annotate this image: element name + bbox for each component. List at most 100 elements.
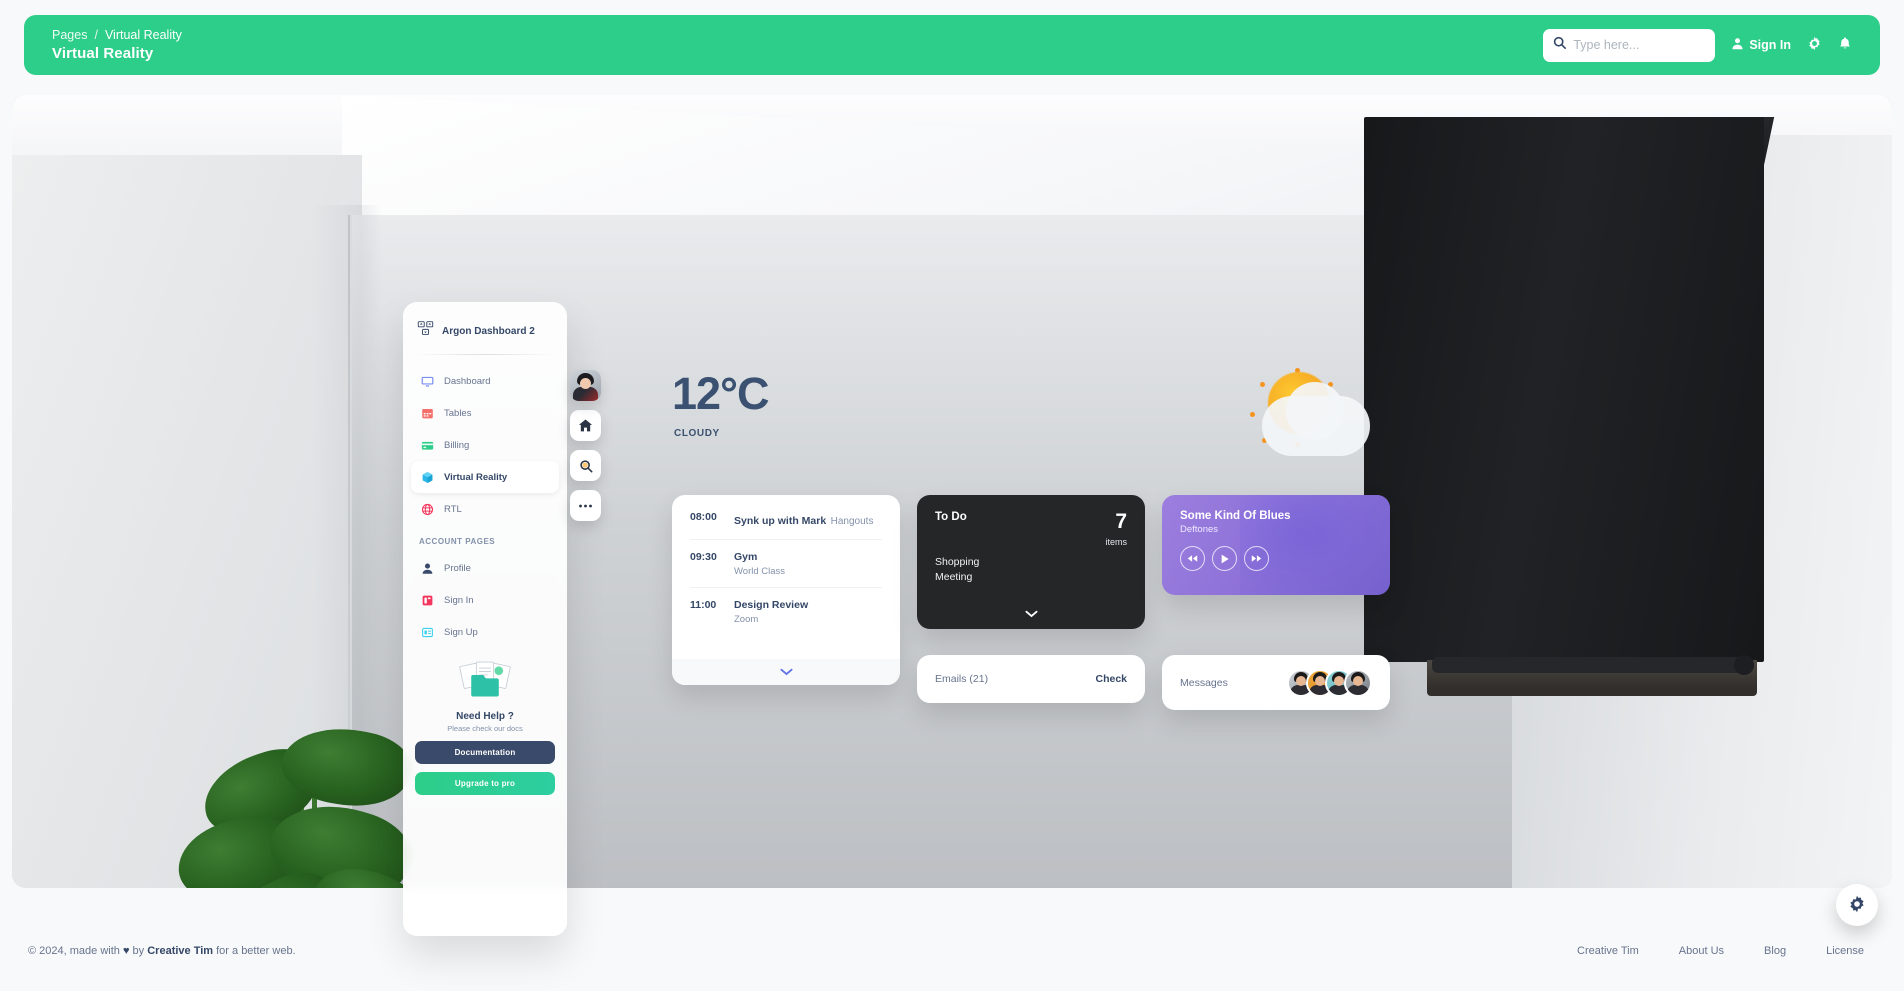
footer-link-about-us[interactable]: About Us: [1679, 945, 1724, 957]
navbar-left: Pages / Virtual Reality Virtual Reality: [52, 28, 182, 62]
event-info: Synk up with Mark Hangouts: [734, 511, 873, 529]
more-icon[interactable]: [570, 490, 601, 521]
search-icon: [1553, 36, 1567, 54]
signin-label: Sign In: [1749, 38, 1791, 52]
sidebar-nav-list: Dashboard Tables Billing Virtual Reality…: [403, 365, 567, 648]
sidebar-item-billing[interactable]: Billing: [411, 429, 559, 461]
schedule-expand-button[interactable]: [672, 659, 900, 685]
event-info: Design Review Zoom: [734, 599, 808, 625]
login-icon: [419, 592, 435, 608]
event-meta: Hangouts: [830, 516, 874, 527]
desktop-icon: [419, 373, 435, 389]
sidebar-item-rtl[interactable]: RTL: [411, 493, 559, 525]
event-title: Design Review: [734, 599, 809, 611]
tv-screen: [1364, 117, 1764, 662]
avatar[interactable]: [570, 370, 601, 401]
top-navbar: Pages / Virtual Reality Virtual Reality: [24, 15, 1880, 75]
documentation-button[interactable]: Documentation: [415, 741, 555, 764]
footer: © 2024, made with ♥ by Creative Tim for …: [0, 931, 1904, 991]
sidebar-brand[interactable]: Argon Dashboard 2: [403, 316, 567, 342]
upgrade-to-pro-button[interactable]: Upgrade to pro: [415, 772, 555, 795]
todo-count-unit: items: [1105, 537, 1127, 547]
chevron-down-icon: [1024, 605, 1038, 622]
footer-link-blog[interactable]: Blog: [1764, 945, 1786, 957]
todo-count: 7: [1115, 510, 1127, 533]
emails-card: Emails (21) Check: [917, 655, 1145, 703]
search-icon[interactable]: [570, 450, 601, 481]
track-title: Some Kind Of Blues: [1180, 510, 1291, 522]
event-meta: Zoom: [734, 614, 759, 625]
todo-item[interactable]: Meeting: [935, 570, 1127, 585]
sidebar-section-account-pages: ACCOUNT PAGES: [419, 537, 496, 546]
schedule-event[interactable]: 09:30 Gym World Class: [690, 539, 882, 587]
breadcrumb: Pages / Virtual Reality: [52, 28, 182, 42]
need-help-card: Need Help ? Please check our docs: [415, 660, 555, 733]
user-icon: [1731, 37, 1744, 53]
user-icon: [419, 560, 435, 576]
home-icon[interactable]: [570, 410, 601, 441]
sidebar-label: Virtual Reality: [444, 471, 508, 483]
search-input[interactable]: [1573, 38, 1704, 52]
sidebar-label: Sign Up: [444, 626, 478, 638]
heart-icon: ♥: [122, 945, 130, 957]
settings-gear-button[interactable]: [1807, 36, 1822, 54]
avatar[interactable]: [1344, 668, 1372, 697]
signup-icon: [419, 624, 435, 640]
sidebar-label: Dashboard: [444, 375, 491, 387]
temperature-value: 12°C: [672, 368, 770, 419]
footer-brand-link[interactable]: Creative Tim: [147, 945, 213, 957]
search-box[interactable]: [1543, 28, 1716, 62]
sidebar-item-profile[interactable]: Profile: [411, 552, 559, 584]
footer-link-creative-tim[interactable]: Creative Tim: [1577, 945, 1639, 957]
sidebar-item-sign-in[interactable]: Sign In: [411, 584, 559, 616]
copyright-pre: © 2024, made with: [28, 945, 120, 957]
sidebar-label: Tables: [444, 407, 472, 419]
sidebar-item-sign-up[interactable]: Sign Up: [411, 616, 559, 648]
signin-link[interactable]: Sign In: [1731, 37, 1791, 53]
schedule-card: 08:00 Synk up with Mark Hangouts 09:30 G…: [672, 495, 900, 685]
event-title: Synk up with Mark: [734, 515, 827, 527]
schedule-event[interactable]: 11:00 Design Review Zoom: [690, 587, 882, 635]
copyright-post: for a better web.: [216, 945, 296, 957]
need-help-title: Need Help ?: [456, 711, 514, 722]
floating-rail: [570, 370, 601, 521]
footer-link-license[interactable]: License: [1826, 945, 1864, 957]
event-info: Gym World Class: [734, 551, 785, 577]
music-player-card: Some Kind Of Blues Deftones: [1162, 495, 1390, 595]
breadcrumb-root[interactable]: Pages: [52, 28, 87, 42]
emails-check-link[interactable]: Check: [1095, 673, 1127, 685]
music-content: Some Kind Of Blues Deftones: [1162, 495, 1390, 571]
messages-card: Messages: [1162, 655, 1390, 710]
todo-item[interactable]: Shopping: [935, 555, 1127, 570]
todo-list: Shopping Meeting: [917, 547, 1145, 585]
schedule-event[interactable]: 08:00 Synk up with Mark Hangouts: [690, 511, 882, 539]
settings-fab-button[interactable]: [1836, 884, 1878, 926]
calendar-icon: [419, 405, 435, 421]
todo-expand-button[interactable]: [917, 605, 1145, 623]
sidebar-brand-label: Argon Dashboard 2: [442, 325, 535, 337]
event-time: 08:00: [690, 511, 717, 523]
rewind-icon[interactable]: [1180, 546, 1205, 571]
argon-logo-icon: [417, 320, 434, 342]
messages-label: Messages: [1180, 676, 1228, 689]
sidebar-label: Sign In: [444, 594, 474, 606]
sidebar-item-tables[interactable]: Tables: [411, 397, 559, 429]
navbar-right: Sign In: [1543, 28, 1852, 62]
sidebar: Argon Dashboard 2 Dashboard Tables Billi…: [403, 302, 567, 936]
sidebar-label: Billing: [444, 439, 470, 451]
forward-icon[interactable]: [1244, 546, 1269, 571]
notifications-button[interactable]: [1838, 36, 1852, 54]
event-time: 09:30: [690, 551, 717, 563]
copyright-by: by: [132, 945, 145, 957]
play-icon[interactable]: [1212, 546, 1237, 571]
chevron-down-icon: [779, 663, 793, 681]
page-title: Virtual Reality: [52, 45, 154, 62]
sidebar-item-virtual-reality[interactable]: Virtual Reality: [411, 461, 559, 493]
gear-icon: [1848, 895, 1866, 916]
sidebar-item-dashboard[interactable]: Dashboard: [411, 365, 559, 397]
vr-hero-background: [12, 95, 1892, 888]
cube-icon: [419, 469, 435, 485]
music-controls: [1180, 546, 1390, 571]
emails-label: Emails (21): [935, 673, 989, 685]
globe-icon: [419, 501, 435, 517]
